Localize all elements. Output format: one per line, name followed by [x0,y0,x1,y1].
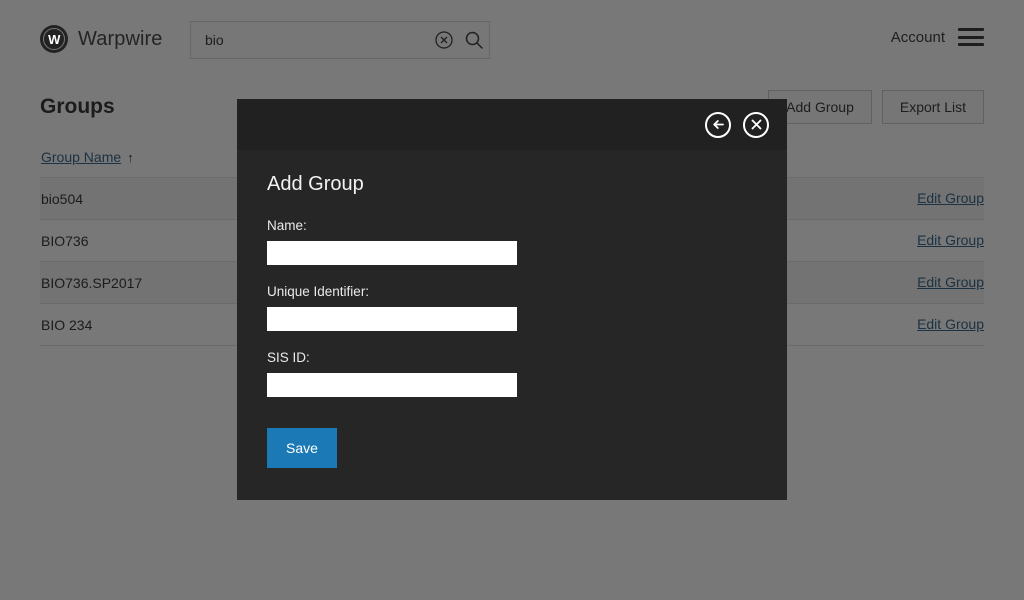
brand-initial: W [48,31,60,47]
unique-identifier-input[interactable] [267,307,517,331]
sis-id-input[interactable] [267,373,517,397]
name-input[interactable] [267,241,517,265]
field-name: Name: [267,218,757,265]
app-root: W Warpwire [0,0,1024,600]
field-sis-id-label: SIS ID: [267,350,310,365]
close-circle-icon[interactable] [743,111,769,138]
field-unique-identifier: Unique Identifier: [267,284,757,331]
add-group-modal: Add Group Name: Unique Identifier: SIS I… [237,99,787,500]
field-unique-identifier-label: Unique Identifier: [267,284,370,299]
save-button[interactable]: Save [267,428,337,468]
modal-body: Add Group Name: Unique Identifier: SIS I… [237,150,787,468]
back-arrow-circle-icon[interactable] [705,111,731,138]
field-name-label: Name: [267,218,307,233]
field-sis-id: SIS ID: [267,350,757,397]
modal-title: Add Group [267,173,364,195]
modal-title-bar [237,99,787,150]
